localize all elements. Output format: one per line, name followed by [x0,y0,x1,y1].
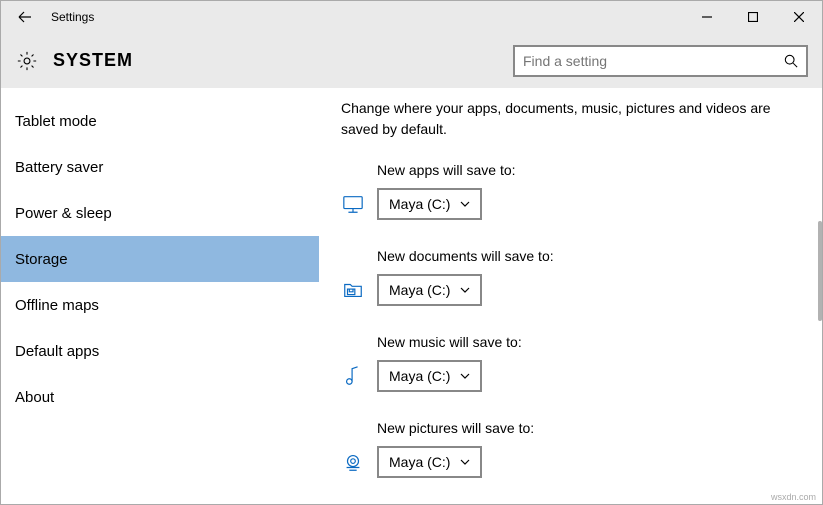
music-note-icon [341,365,365,387]
dropdown-value: Maya (C:) [389,196,450,212]
sidebar-item-tablet-mode[interactable]: Tablet mode [1,98,319,144]
sidebar-item-battery-saver[interactable]: Battery saver [1,144,319,190]
camera-icon [341,451,365,473]
sidebar-item-offline-maps[interactable]: Offline maps [1,282,319,328]
setting-label: New documents will save to: [377,248,792,264]
monitor-icon [341,193,365,215]
setting-documents: New documents will save to: Maya (C:) [341,248,792,306]
sidebar-item-storage[interactable]: Storage [1,236,319,282]
sidebar-item-label: Storage [15,251,68,268]
sidebar-item-power-sleep[interactable]: Power & sleep [1,190,319,236]
sidebar-item-default-apps[interactable]: Default apps [1,328,319,374]
watermark: wsxdn.com [771,492,816,502]
setting-label: New music will save to: [377,334,792,350]
maximize-button[interactable] [730,1,776,33]
pictures-drive-dropdown[interactable]: Maya (C:) [377,446,482,478]
apps-drive-dropdown[interactable]: Maya (C:) [377,188,482,220]
folder-save-icon [341,279,365,301]
content-panel: Change where your apps, documents, music… [319,88,822,504]
search-icon [784,54,798,68]
close-button[interactable] [776,1,822,33]
minimize-button[interactable] [684,1,730,33]
dropdown-value: Maya (C:) [389,282,450,298]
dropdown-value: Maya (C:) [389,368,450,384]
music-drive-dropdown[interactable]: Maya (C:) [377,360,482,392]
sidebar: Tablet mode Battery saver Power & sleep … [1,88,319,504]
search-input[interactable] [523,53,784,69]
setting-pictures: New pictures will save to: Maya (C:) [341,420,792,478]
dropdown-value: Maya (C:) [389,454,450,470]
sidebar-item-label: Power & sleep [15,205,112,222]
back-button[interactable] [9,1,41,33]
documents-drive-dropdown[interactable]: Maya (C:) [377,274,482,306]
setting-music: New music will save to: Maya (C:) [341,334,792,392]
chevron-down-icon [460,199,470,209]
chevron-down-icon [460,285,470,295]
title-bar: Settings [1,1,822,33]
sidebar-item-label: Tablet mode [15,113,97,130]
chevron-down-icon [460,371,470,381]
gear-icon [15,50,39,72]
setting-label: New apps will save to: [377,162,792,178]
scrollbar-thumb[interactable] [818,221,822,321]
sidebar-item-label: Battery saver [15,159,103,176]
setting-label: New pictures will save to: [377,420,792,436]
chevron-down-icon [460,457,470,467]
search-box[interactable] [513,45,808,77]
header: SYSTEM [1,33,822,88]
sidebar-item-label: Offline maps [15,297,99,314]
page-title: SYSTEM [53,50,133,71]
setting-apps: New apps will save to: Maya (C:) [341,162,792,220]
main-area: Tablet mode Battery saver Power & sleep … [1,88,822,504]
sidebar-item-label: About [15,389,54,406]
window-title: Settings [51,10,94,24]
sidebar-item-label: Default apps [15,343,99,360]
description-text: Change where your apps, documents, music… [341,98,792,140]
sidebar-item-about[interactable]: About [1,374,319,420]
